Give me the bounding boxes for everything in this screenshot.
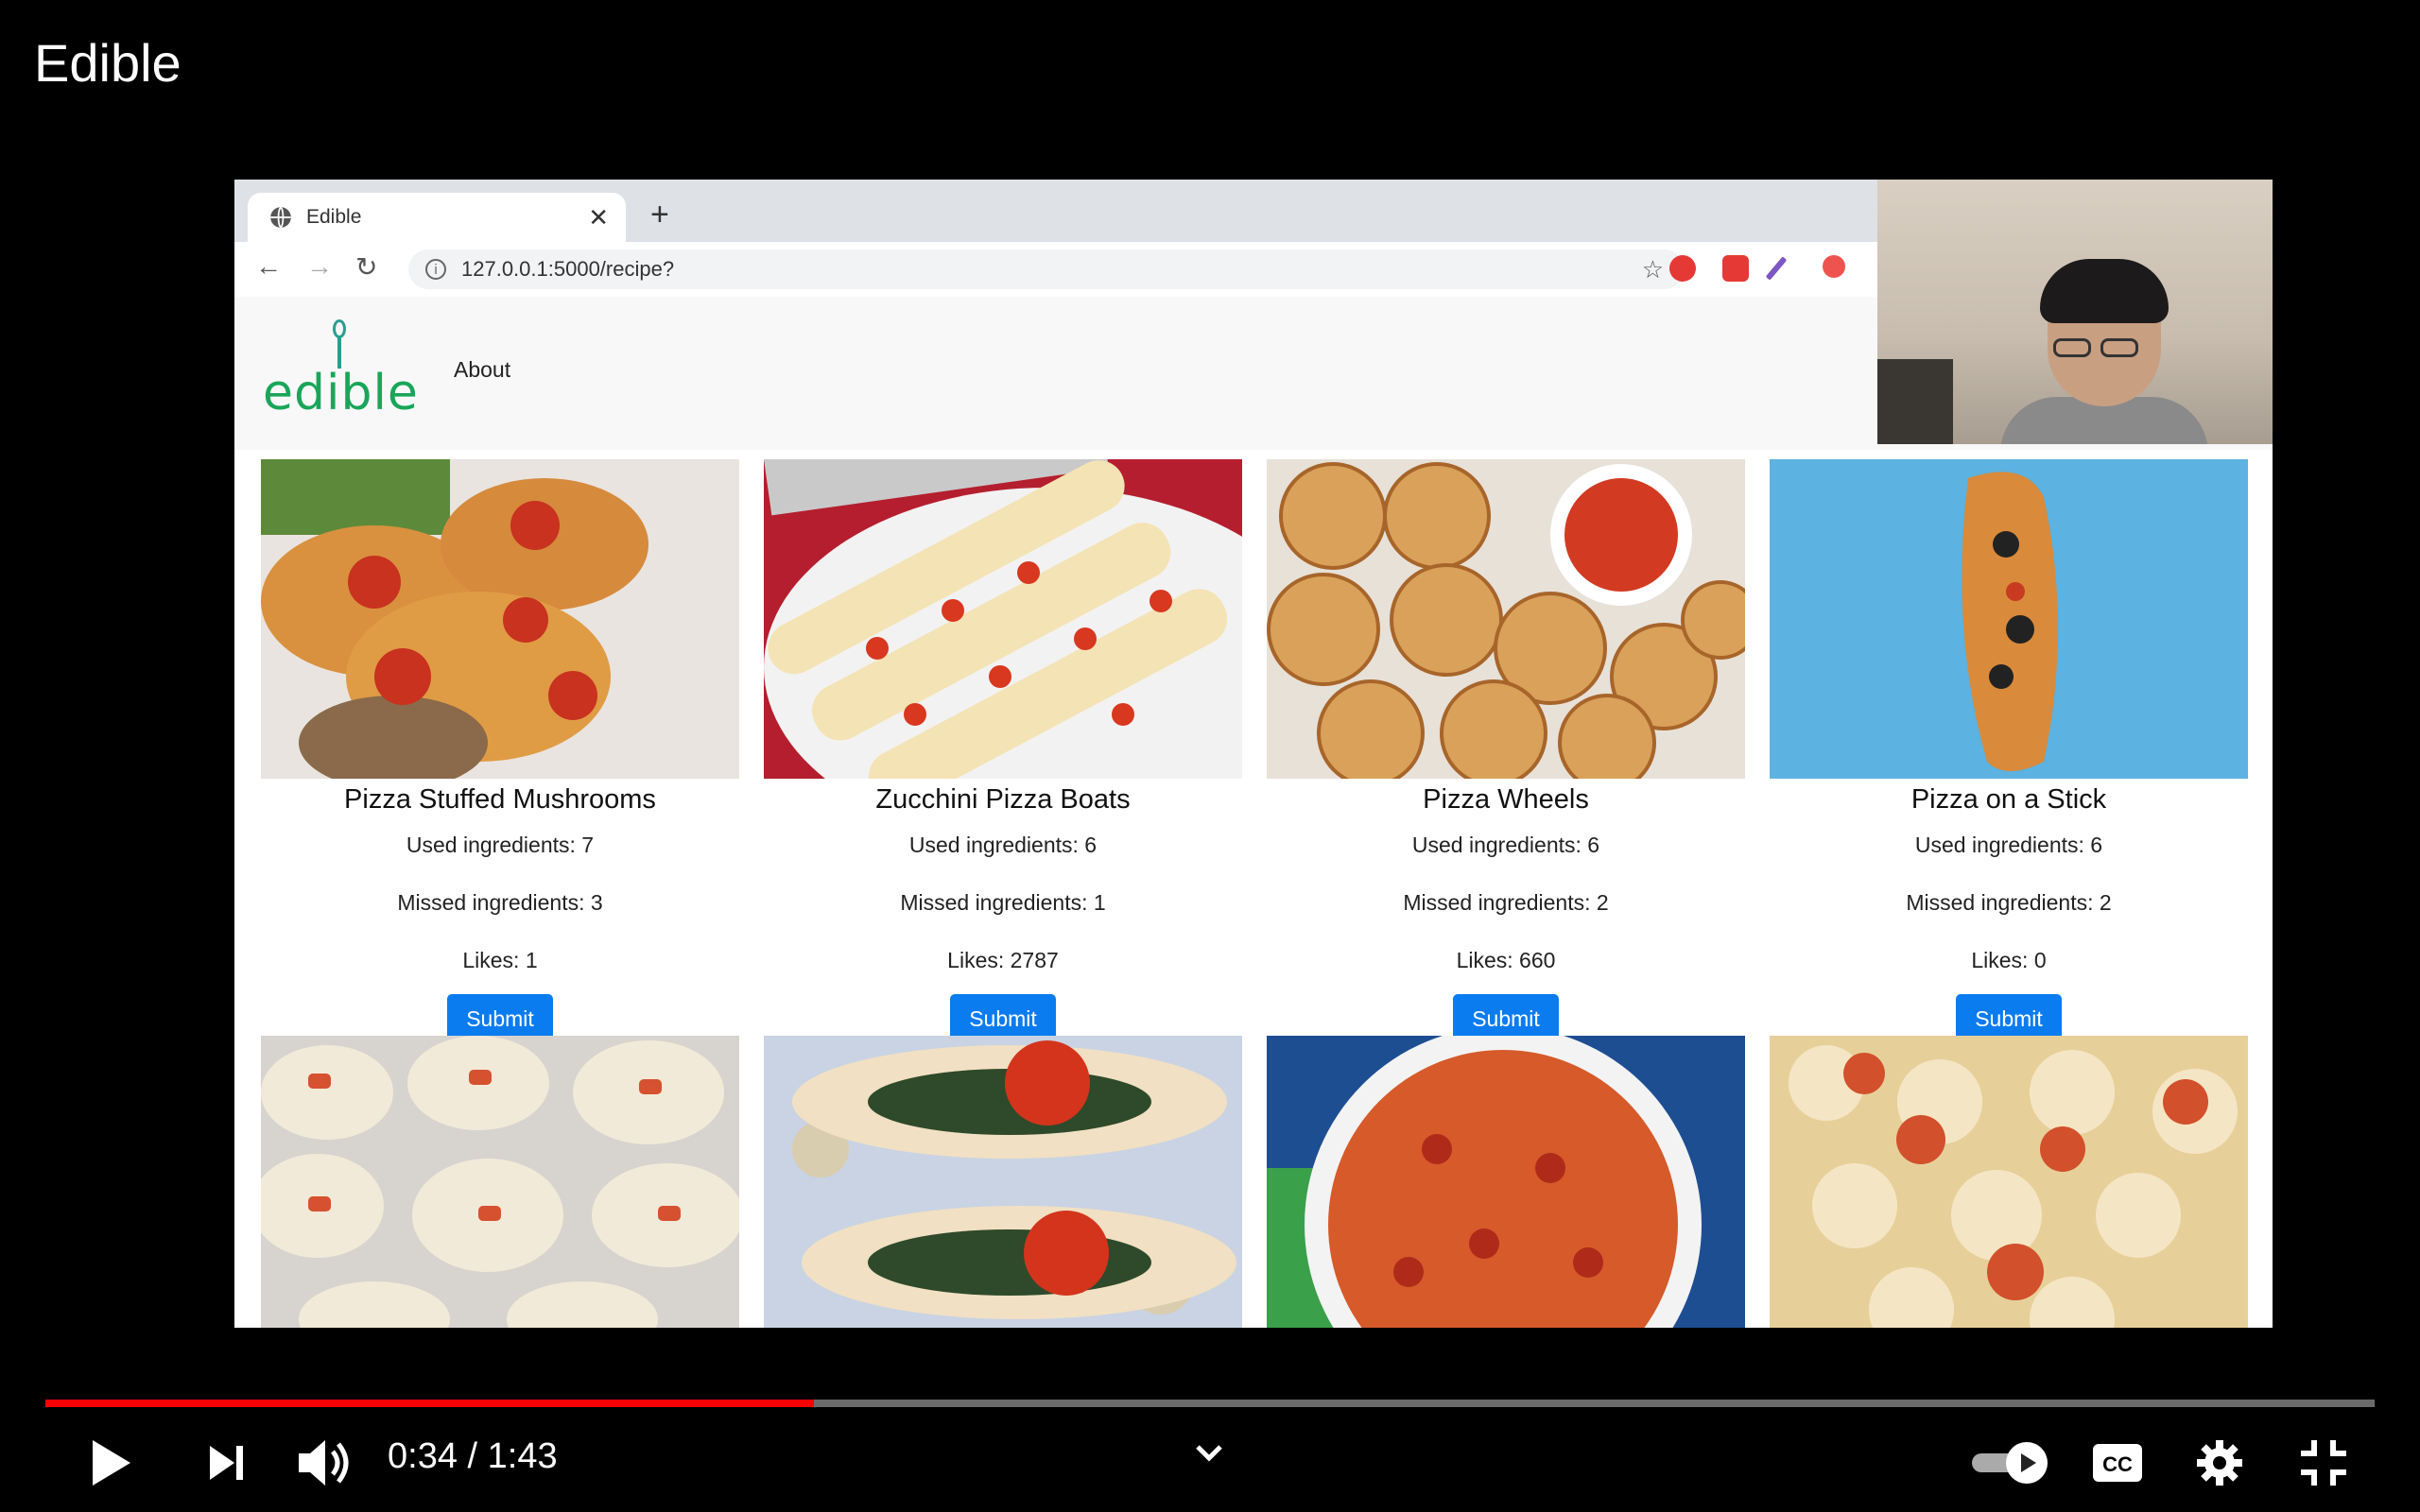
close-icon[interactable]: ✕ bbox=[588, 203, 609, 232]
recipe-image bbox=[1267, 459, 1745, 779]
recipe-image bbox=[261, 1036, 739, 1328]
player-controls: CC bbox=[0, 1418, 2420, 1512]
spoon-icon bbox=[333, 319, 346, 338]
recipe-image bbox=[261, 459, 739, 779]
used-ingredients: Used ingredients: 7 bbox=[406, 833, 595, 857]
recipe-card: Pizza Stuffed Mushrooms Used ingredients… bbox=[261, 459, 739, 1044]
bookmark-star-icon[interactable]: ☆ bbox=[1642, 255, 1664, 284]
spoon-stem bbox=[337, 336, 341, 369]
recipe-image bbox=[764, 459, 1242, 779]
recipe-image bbox=[1770, 1036, 2248, 1328]
glasses-right bbox=[2100, 338, 2138, 357]
likes-count: Likes: 660 bbox=[1456, 948, 1556, 972]
forward-icon[interactable]: → bbox=[306, 251, 333, 282]
recipe-title: Pizza Stuffed Mushrooms bbox=[344, 784, 656, 815]
webcam-background bbox=[1877, 359, 1953, 444]
recipe-card: Zucchini Pizza Boats Used ingredients: 6… bbox=[764, 459, 1242, 1044]
likes-count: Likes: 1 bbox=[462, 948, 538, 972]
missed-ingredients: Missed ingredients: 1 bbox=[900, 890, 1106, 915]
captions-icon[interactable]: CC bbox=[2091, 1442, 2144, 1484]
progress-fill bbox=[45, 1400, 815, 1407]
recipe-title: Pizza on a Stick bbox=[1910, 784, 2107, 815]
recipe-image bbox=[764, 1036, 1242, 1328]
extension-shield-icon[interactable] bbox=[1823, 255, 1845, 278]
used-ingredients: Used ingredients: 6 bbox=[1411, 833, 1600, 857]
recipe-image bbox=[1770, 459, 2248, 779]
recipe-title: Pizza Wheels bbox=[1423, 784, 1589, 815]
extension-youtube-icon[interactable] bbox=[1722, 255, 1749, 282]
exit-fullscreen-icon[interactable] bbox=[2299, 1438, 2348, 1487]
extension-opera-icon[interactable] bbox=[1669, 255, 1696, 282]
likes-count: Likes: 2787 bbox=[947, 948, 1059, 972]
recipe-image bbox=[1267, 1036, 1745, 1328]
browser-tab[interactable]: Edible ✕ bbox=[248, 193, 626, 242]
autoplay-toggle-icon[interactable] bbox=[1970, 1440, 2051, 1486]
progress-bar[interactable] bbox=[45, 1400, 2375, 1407]
video-frame[interactable]: Edible ✕ + ← → ↻ i 127.0.0.1:5000/recipe… bbox=[234, 180, 2273, 1328]
missed-ingredients: Missed ingredients: 2 bbox=[1906, 890, 2112, 915]
url-text: 127.0.0.1:5000/recipe? bbox=[461, 257, 675, 281]
address-bar[interactable]: i 127.0.0.1:5000/recipe? ☆ bbox=[408, 249, 1685, 289]
missed-ingredients: Missed ingredients: 2 bbox=[1403, 890, 1609, 915]
chevron-down-icon[interactable] bbox=[1195, 1444, 1223, 1463]
video-title: Edible bbox=[34, 33, 182, 93]
logo-text: edible bbox=[263, 365, 419, 421]
likes-count: Likes: 0 bbox=[1971, 948, 2047, 972]
recipe-card: Pizza Wheels Used ingredients: 6 Missed … bbox=[1267, 459, 1745, 1044]
used-ingredients: Used ingredients: 6 bbox=[1914, 833, 2103, 857]
play-icon[interactable] bbox=[87, 1436, 134, 1489]
back-icon[interactable]: ← bbox=[255, 251, 282, 282]
glasses-left bbox=[2053, 338, 2091, 357]
site-logo[interactable]: edible bbox=[261, 319, 419, 423]
volume-icon[interactable] bbox=[295, 1436, 355, 1489]
reload-icon[interactable]: ↻ bbox=[355, 251, 377, 283]
presenter-hair bbox=[2040, 259, 2169, 323]
nav-about-link[interactable]: About bbox=[454, 357, 510, 383]
info-icon[interactable]: i bbox=[425, 259, 446, 280]
recipe-title: Zucchini Pizza Boats bbox=[875, 784, 1131, 815]
tab-title: Edible bbox=[306, 206, 362, 228]
new-tab-icon[interactable]: + bbox=[650, 197, 669, 233]
webcam-overlay bbox=[1877, 180, 2273, 444]
extension-pen-icon[interactable] bbox=[1765, 256, 1788, 281]
missed-ingredients: Missed ingredients: 3 bbox=[397, 890, 603, 915]
recipe-card: Pizza on a Stick Used ingredients: 6 Mis… bbox=[1770, 459, 2248, 1044]
svg-text:CC: CC bbox=[2102, 1452, 2133, 1476]
next-icon[interactable] bbox=[206, 1442, 248, 1484]
settings-icon[interactable] bbox=[2195, 1438, 2244, 1487]
time-display: 0:34 / 1:43 bbox=[388, 1436, 558, 1476]
globe-icon bbox=[270, 206, 291, 229]
used-ingredients: Used ingredients: 6 bbox=[908, 833, 1098, 857]
